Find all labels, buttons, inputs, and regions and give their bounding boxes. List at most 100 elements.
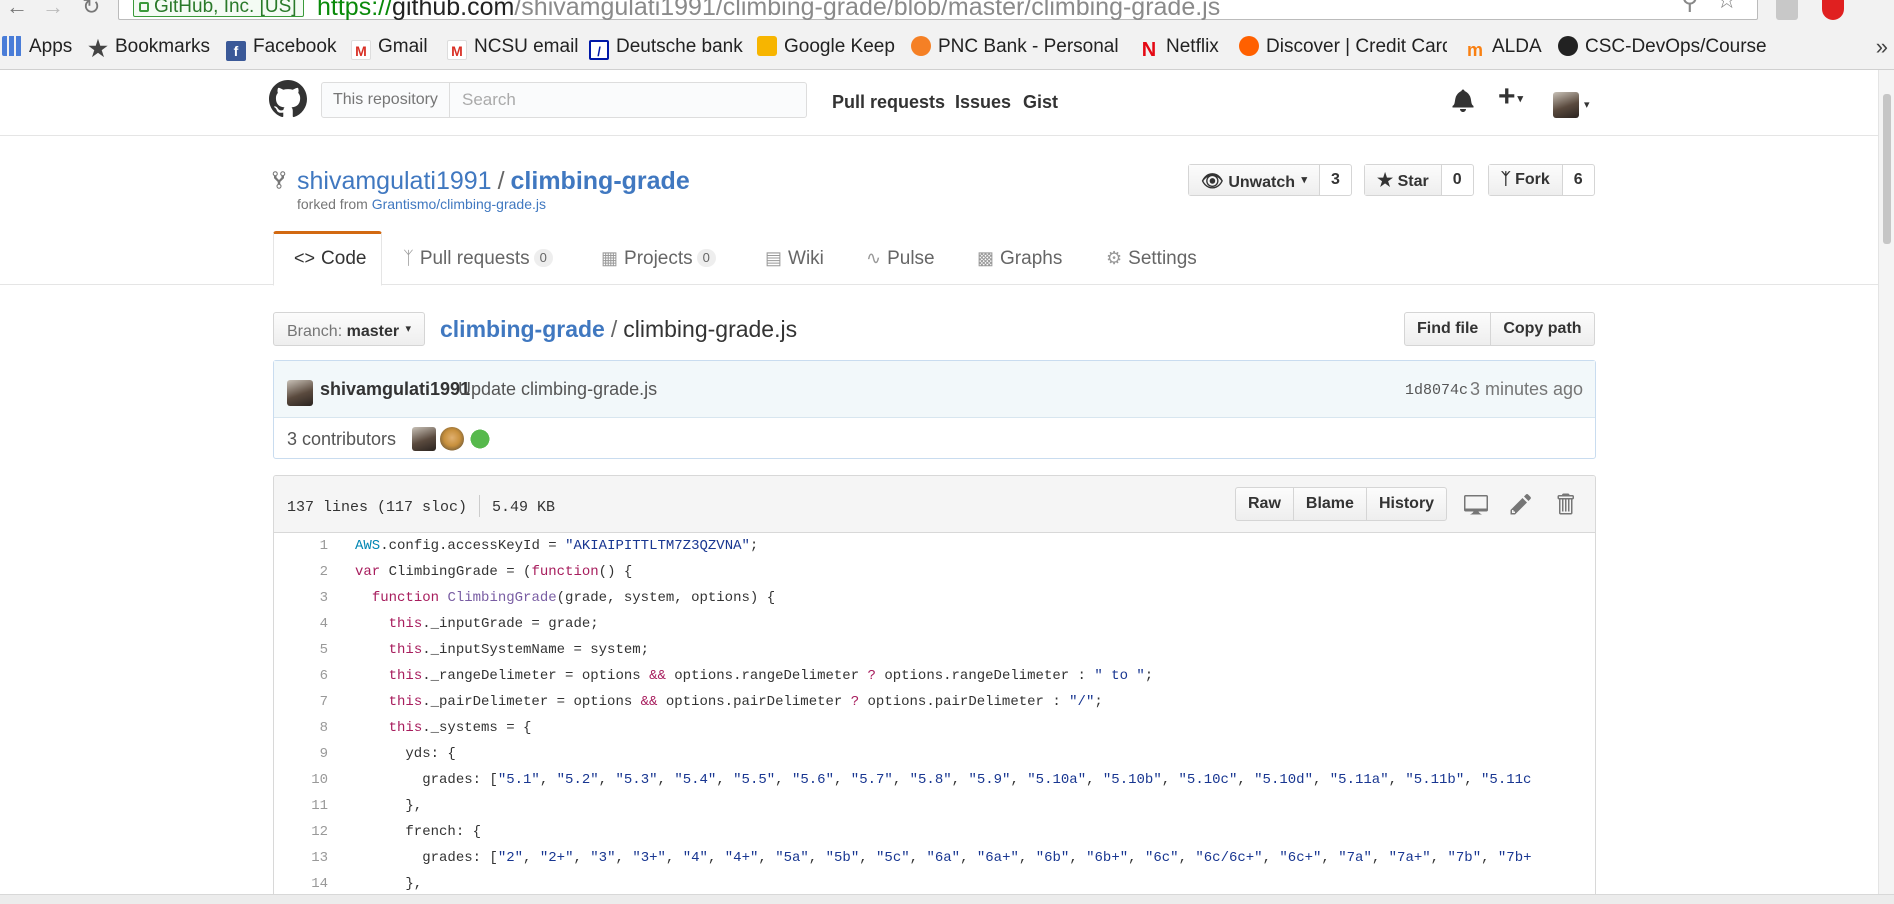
bookmark-pnc[interactable]: PNC Bank - Personal E (911, 36, 1119, 58)
extension-shield-icon[interactable] (1822, 0, 1844, 20)
bookmark-apps[interactable]: Apps (2, 36, 72, 58)
nav-gist[interactable]: Gist (1023, 92, 1058, 113)
line-number[interactable]: 5 (274, 637, 328, 663)
line-number[interactable]: 6 (274, 663, 328, 689)
repo-name-link[interactable]: climbing-grade (511, 167, 690, 195)
commit-message-link[interactable]: Update climbing-grade.js (458, 379, 657, 400)
tab-graphs[interactable]: ▩ Graphs (977, 231, 1062, 285)
github-icon (1558, 36, 1578, 56)
address-bar[interactable]: GitHub, Inc. [US] https://github.com/shi… (118, 0, 1758, 20)
line-code: grades: ["5.1", "5.2", "5.3", "5.4", "5.… (355, 772, 1532, 788)
line-number[interactable]: 13 (274, 845, 328, 871)
avatar[interactable] (468, 427, 492, 451)
bookmark-label: Bookmarks (115, 36, 211, 57)
line-code: this._pairDelimeter = options && options… (388, 694, 1103, 710)
bell-icon[interactable] (1452, 88, 1474, 112)
ev-certificate-badge[interactable]: GitHub, Inc. [US] (133, 0, 304, 17)
nav-pull-requests[interactable]: Pull requests (832, 92, 945, 113)
vertical-scrollbar[interactable] (1878, 70, 1894, 894)
code-line: 10 grades: ["5.1", "5.2", "5.3", "5.4", … (274, 767, 1595, 793)
tab-settings[interactable]: ⚙ Settings (1106, 231, 1197, 285)
repo-owner-link[interactable]: shivamgulati1991 (297, 167, 492, 195)
file-action-buttons: Raw Blame History (1235, 487, 1448, 521)
star-button[interactable]: ★ Star (1365, 165, 1442, 195)
desktop-icon[interactable] (1464, 492, 1488, 516)
code-blob: 1 AWS.config.accessKeyId = "AKIAIPITTLTM7… (274, 533, 1595, 897)
search-icon[interactable]: ⚲ (1681, 0, 1699, 16)
tab-projects[interactable]: ▦ Projects 0 (601, 231, 716, 285)
tab-label: Pull requests (419, 248, 530, 269)
nav-issues[interactable]: Issues (955, 92, 1011, 113)
forked-from-link[interactable]: Grantismo/climbing-grade.js (372, 196, 546, 212)
line-number[interactable]: 11 (274, 793, 328, 819)
graph-icon: ▩ (977, 248, 995, 268)
line-number[interactable]: 12 (274, 819, 328, 845)
extension-h-icon[interactable] (1776, 0, 1798, 20)
breadcrumb-repo-link[interactable]: climbing-grade (440, 316, 605, 342)
create-new-plus-icon[interactable]: + ▾ (1498, 80, 1523, 114)
url-protocol: https:// (317, 0, 393, 21)
line-number[interactable]: 2 (274, 559, 328, 585)
watch-button-group: 👁 Unwatch ▾ 3 (1188, 164, 1352, 196)
star-count[interactable]: 0 (1442, 165, 1473, 195)
bookmark-google-keep[interactable]: Google Keep (757, 36, 895, 58)
bookmark-alda[interactable]: m ALDA (1465, 36, 1542, 60)
caret-down-icon[interactable]: ▾ (1584, 98, 1590, 111)
bookmark-discover[interactable]: Discover | Credit Card (1239, 36, 1447, 58)
search-input[interactable] (451, 83, 806, 117)
pencil-icon[interactable] (1509, 492, 1533, 516)
commit-sha-link[interactable]: 1d8074c (1405, 382, 1468, 399)
back-arrow-icon[interactable]: ← (6, 0, 28, 20)
copy-path-button[interactable]: Copy path (1490, 313, 1593, 345)
reload-icon[interactable]: ↻ (82, 0, 100, 20)
tab-wiki[interactable]: ▤ Wiki (765, 231, 824, 285)
find-file-button[interactable]: Find file (1405, 313, 1490, 345)
bookmarks-overflow-icon[interactable]: » (1876, 34, 1888, 60)
line-number[interactable]: 8 (274, 715, 328, 741)
avatar[interactable] (412, 427, 436, 451)
bookmark-gmail[interactable]: M Gmail (351, 36, 428, 60)
forward-arrow-icon[interactable]: → (42, 0, 64, 20)
line-number[interactable]: 10 (274, 767, 328, 793)
search-scope[interactable]: This repository (322, 83, 450, 117)
raw-button[interactable]: Raw (1236, 488, 1293, 520)
contributors-count-link[interactable]: 3 contributors (287, 429, 396, 450)
bookmark-star-icon[interactable]: ☆ (1716, 0, 1738, 15)
bookmark-netflix[interactable]: N Netflix (1139, 36, 1219, 60)
code-line: 3 function ClimbingGrade(grade, system, … (274, 585, 1595, 611)
bookmark-facebook[interactable]: f Facebook (226, 36, 336, 61)
file-header: 137 lines (117 sloc) 5.49 KB Raw Blame Hi… (274, 476, 1595, 533)
trash-icon[interactable] (1553, 492, 1577, 516)
fork-count[interactable]: 6 (1563, 165, 1594, 195)
scrollbar-thumb[interactable] (1883, 94, 1891, 244)
tab-code[interactable]: <> Code (273, 231, 382, 286)
line-number[interactable]: 9 (274, 741, 328, 767)
url-text[interactable]: https://github.com/shivamgulati1991/clim… (317, 0, 1220, 21)
bookmark-ncsu-email[interactable]: M NCSU email (447, 36, 579, 60)
watch-count[interactable]: 3 (1320, 165, 1351, 195)
commit-author-link[interactable]: shivamgulati1991 (320, 379, 470, 400)
branch-select-button[interactable]: Branch: master ▾ (273, 312, 426, 346)
line-code: this._inputSystemName = system; (388, 642, 650, 658)
line-number[interactable]: 1 (274, 533, 328, 559)
bookmark-bookmarks[interactable]: ★ Bookmarks (88, 36, 211, 60)
tab-pulse[interactable]: ∿ Pulse (866, 231, 935, 285)
avatar[interactable] (287, 380, 313, 406)
blame-button[interactable]: Blame (1292, 488, 1366, 520)
bookmark-label: ALDA (1492, 36, 1542, 57)
line-number[interactable]: 7 (274, 689, 328, 715)
github-logo-icon[interactable] (269, 80, 307, 118)
avatar[interactable] (440, 427, 464, 451)
tab-pull-requests[interactable]: ᛉ Pull requests 0 (403, 231, 553, 285)
history-button[interactable]: History (1365, 488, 1446, 520)
bookmark-deutsche-bank[interactable]: / Deutsche bank (589, 36, 743, 60)
fork-button[interactable]: ᛉ Fork (1489, 165, 1563, 195)
unwatch-button[interactable]: 👁 Unwatch ▾ (1189, 165, 1320, 195)
star-button-group: ★ Star 0 (1364, 164, 1474, 196)
line-number[interactable]: 4 (274, 611, 328, 637)
avatar[interactable] (1553, 92, 1579, 118)
line-number[interactable]: 3 (274, 585, 328, 611)
bookmark-label: Apps (29, 36, 73, 57)
forked-from-label: forked from (297, 196, 368, 212)
bookmark-csc-devops[interactable]: CSC-DevOps/Course (1558, 36, 1767, 58)
